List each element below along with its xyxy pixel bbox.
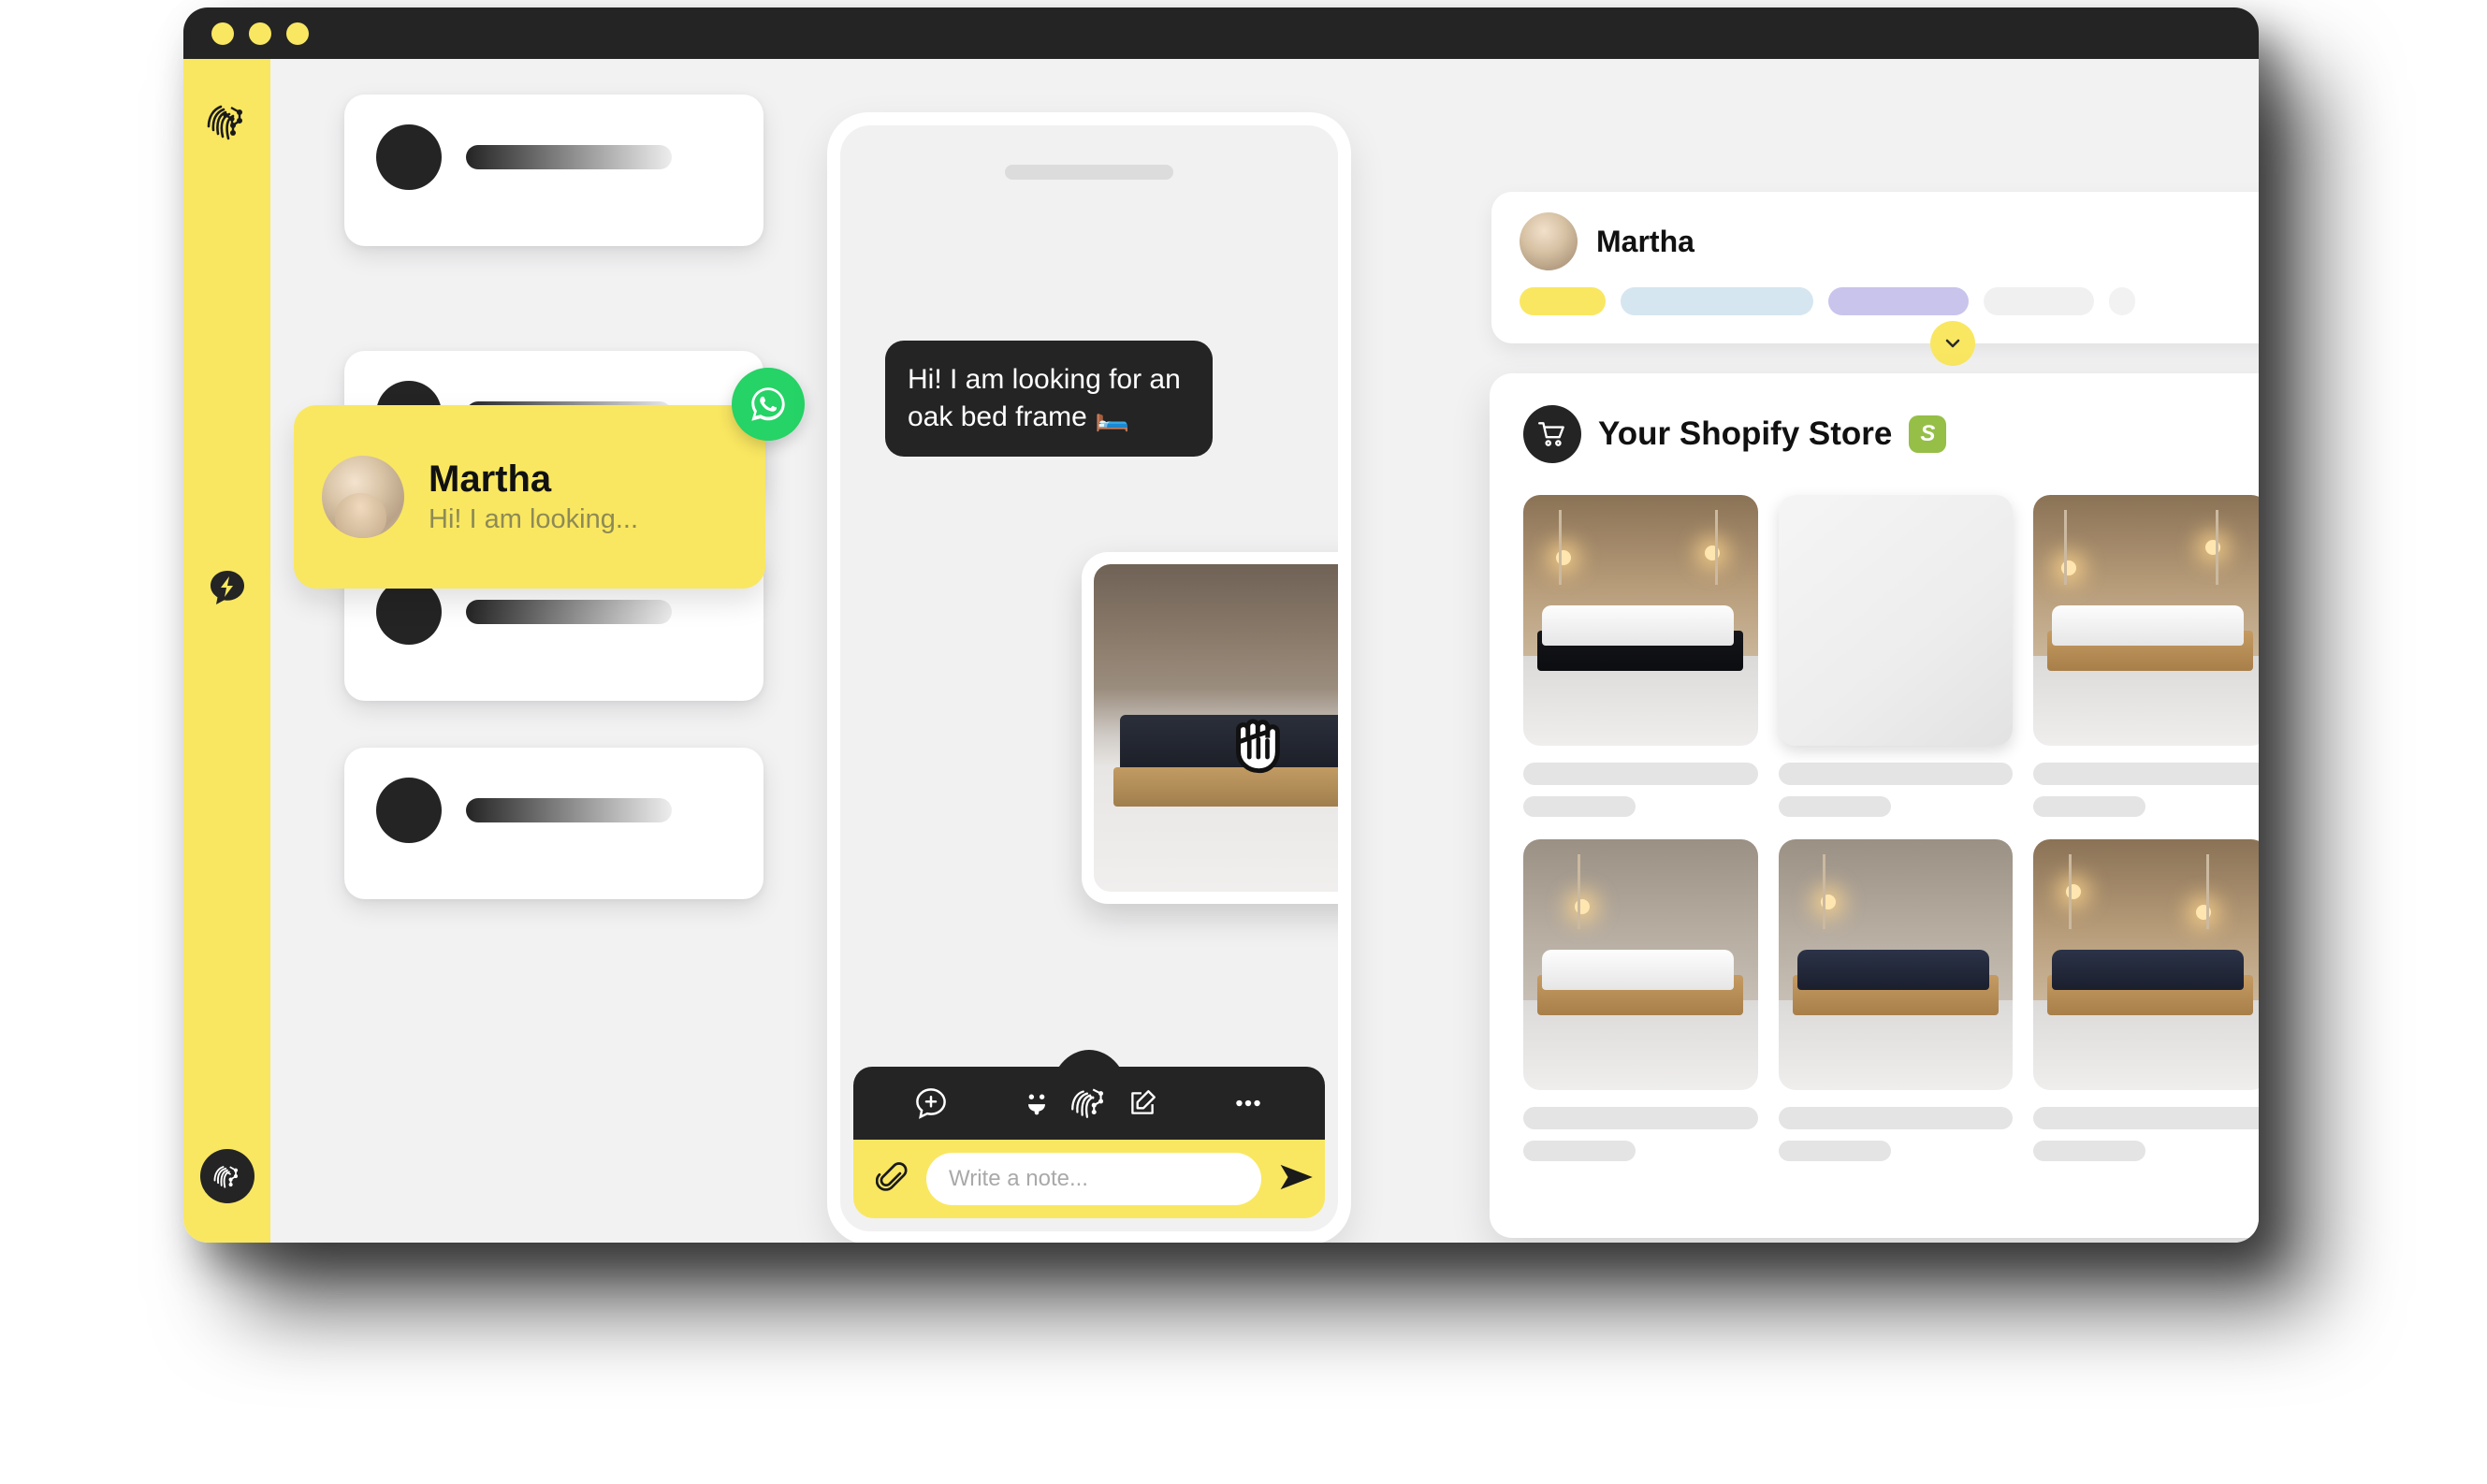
product-image-empty bbox=[1778, 495, 2013, 746]
add-message-icon[interactable] bbox=[912, 1084, 950, 1122]
dragged-attachment-preview[interactable] bbox=[1082, 552, 1338, 904]
fingerprint-icon[interactable] bbox=[1050, 1050, 1128, 1128]
product-price-placeholder bbox=[1778, 796, 1891, 817]
avatar bbox=[376, 579, 442, 645]
shopping-cart-icon bbox=[1523, 405, 1581, 463]
product-price-placeholder bbox=[2033, 796, 2146, 817]
shop-header: Your Shopify Store S bbox=[1523, 405, 2259, 463]
contact-card[interactable]: Martha bbox=[1491, 192, 2259, 366]
product-card[interactable] bbox=[1778, 495, 2013, 817]
avatar bbox=[376, 778, 442, 843]
fingerprint-icon bbox=[203, 96, 252, 145]
tag-yellow[interactable] bbox=[1520, 287, 1606, 315]
product-title-placeholder bbox=[1778, 1107, 2013, 1129]
product-image bbox=[1523, 495, 1758, 746]
list-item[interactable] bbox=[344, 748, 764, 899]
product-card[interactable] bbox=[2033, 839, 2259, 1161]
shop-panel: Your Shopify Store S bbox=[1490, 373, 2259, 1238]
product-card[interactable] bbox=[1523, 495, 1758, 817]
window-maximize-button[interactable] bbox=[286, 22, 309, 45]
tag-purple[interactable] bbox=[1828, 287, 1969, 315]
paperclip-icon[interactable] bbox=[875, 1160, 909, 1199]
product-card[interactable] bbox=[2033, 495, 2259, 817]
product-image bbox=[1523, 839, 1758, 1090]
name-placeholder bbox=[466, 798, 673, 822]
product-image bbox=[2033, 839, 2259, 1090]
window-body: Martha Hi! I am looking... Hi! I am look… bbox=[183, 59, 2259, 1243]
product-title-placeholder bbox=[1778, 763, 2013, 785]
message-composer bbox=[840, 1050, 1338, 1231]
grabbing-hand-cursor bbox=[1224, 706, 1291, 778]
product-grid bbox=[1523, 495, 2259, 1161]
window-titlebar bbox=[183, 7, 2259, 59]
product-title-placeholder bbox=[2033, 1107, 2259, 1129]
chat-panel: Hi! I am looking for an oak bed frame 🛏️ bbox=[827, 112, 1351, 1243]
name-placeholder bbox=[466, 600, 673, 624]
product-price-placeholder bbox=[2033, 1141, 2146, 1161]
more-icon[interactable] bbox=[1229, 1084, 1267, 1122]
note-input[interactable] bbox=[926, 1153, 1261, 1205]
oak-bed-frame-photo bbox=[1094, 564, 1338, 892]
chat-message-bubble: Hi! I am looking for an oak bed frame 🛏️ bbox=[885, 341, 1213, 458]
composer-input-bar bbox=[853, 1140, 1325, 1218]
page-title: Your Shopify Store bbox=[1598, 415, 1893, 452]
contact-tags bbox=[1520, 287, 2259, 315]
tag-blue[interactable] bbox=[1621, 287, 1813, 315]
conversation-name: Martha bbox=[429, 458, 552, 500]
shopify-bag-icon: S bbox=[1909, 415, 1947, 453]
avatar bbox=[322, 456, 404, 538]
app-window: Martha Hi! I am looking... Hi! I am look… bbox=[183, 7, 2259, 1243]
product-title-placeholder bbox=[2033, 763, 2259, 785]
compose-icon[interactable] bbox=[1124, 1084, 1161, 1122]
product-card[interactable] bbox=[1523, 839, 1758, 1161]
composer-toolbar bbox=[853, 1050, 1325, 1140]
chevron-down-icon[interactable] bbox=[1930, 321, 1975, 366]
rail-fingerprint-button[interactable] bbox=[199, 1149, 255, 1203]
lightning-bubble-icon[interactable] bbox=[209, 569, 246, 606]
product-price-placeholder bbox=[1778, 1141, 1891, 1161]
tag-grey[interactable] bbox=[1984, 287, 2094, 315]
product-image bbox=[1778, 839, 2013, 1090]
contact-name: Martha bbox=[1596, 224, 1694, 258]
avatar bbox=[1520, 212, 1578, 270]
sidebar-rail bbox=[183, 59, 270, 1243]
product-title-placeholder bbox=[1523, 1107, 1758, 1129]
contact-header: Martha bbox=[1520, 212, 2259, 270]
window-minimize-button[interactable] bbox=[249, 22, 271, 45]
conversation-item-martha[interactable]: Martha Hi! I am looking... bbox=[294, 368, 805, 589]
fingerprint-icon bbox=[213, 1166, 238, 1188]
product-price-placeholder bbox=[1523, 1141, 1636, 1161]
window-close-button[interactable] bbox=[211, 22, 234, 45]
conversation-preview: Hi! I am looking... bbox=[429, 503, 639, 534]
product-title-placeholder bbox=[1523, 763, 1758, 785]
tag-dot[interactable] bbox=[2109, 287, 2135, 315]
chat-thread: Hi! I am looking for an oak bed frame 🛏️ bbox=[840, 125, 1338, 1231]
product-card[interactable] bbox=[1778, 839, 2013, 1161]
list-item[interactable] bbox=[344, 95, 764, 246]
product-image bbox=[2033, 495, 2259, 746]
whatsapp-icon bbox=[732, 368, 805, 441]
avatar bbox=[376, 124, 442, 190]
name-placeholder bbox=[466, 145, 673, 169]
product-price-placeholder bbox=[1523, 796, 1636, 817]
send-icon[interactable] bbox=[1278, 1159, 1317, 1200]
shopify-logo-letter: S bbox=[1920, 421, 1936, 446]
panel-grabber[interactable] bbox=[1005, 165, 1173, 180]
